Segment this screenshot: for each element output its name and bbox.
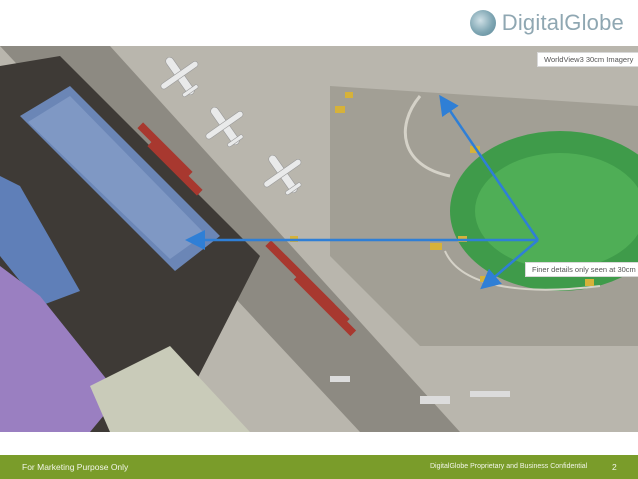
logo-text: DigitalGlobe xyxy=(501,10,624,35)
satellite-scene xyxy=(0,46,638,432)
slide-footer: For Marketing Purpose Only DigitalGlobe … xyxy=(0,455,638,479)
detail-caption: Finer details only seen at 30cm xyxy=(525,262,638,277)
footer-confidential: DigitalGlobe Proprietary and Business Co… xyxy=(430,463,588,470)
globe-icon xyxy=(469,10,496,36)
satellite-image: WorldView3 30cm Imagery Finer details on… xyxy=(0,46,638,432)
digitalglobe-logo: DigitalGlobe xyxy=(469,10,624,36)
footer-spacer xyxy=(0,432,638,455)
imagery-caption: WorldView3 30cm Imagery xyxy=(537,52,638,67)
page-number: 2 xyxy=(612,462,617,472)
slide-header: DigitalGlobe xyxy=(0,0,638,46)
footer-disclaimer: For Marketing Purpose Only xyxy=(22,462,129,472)
